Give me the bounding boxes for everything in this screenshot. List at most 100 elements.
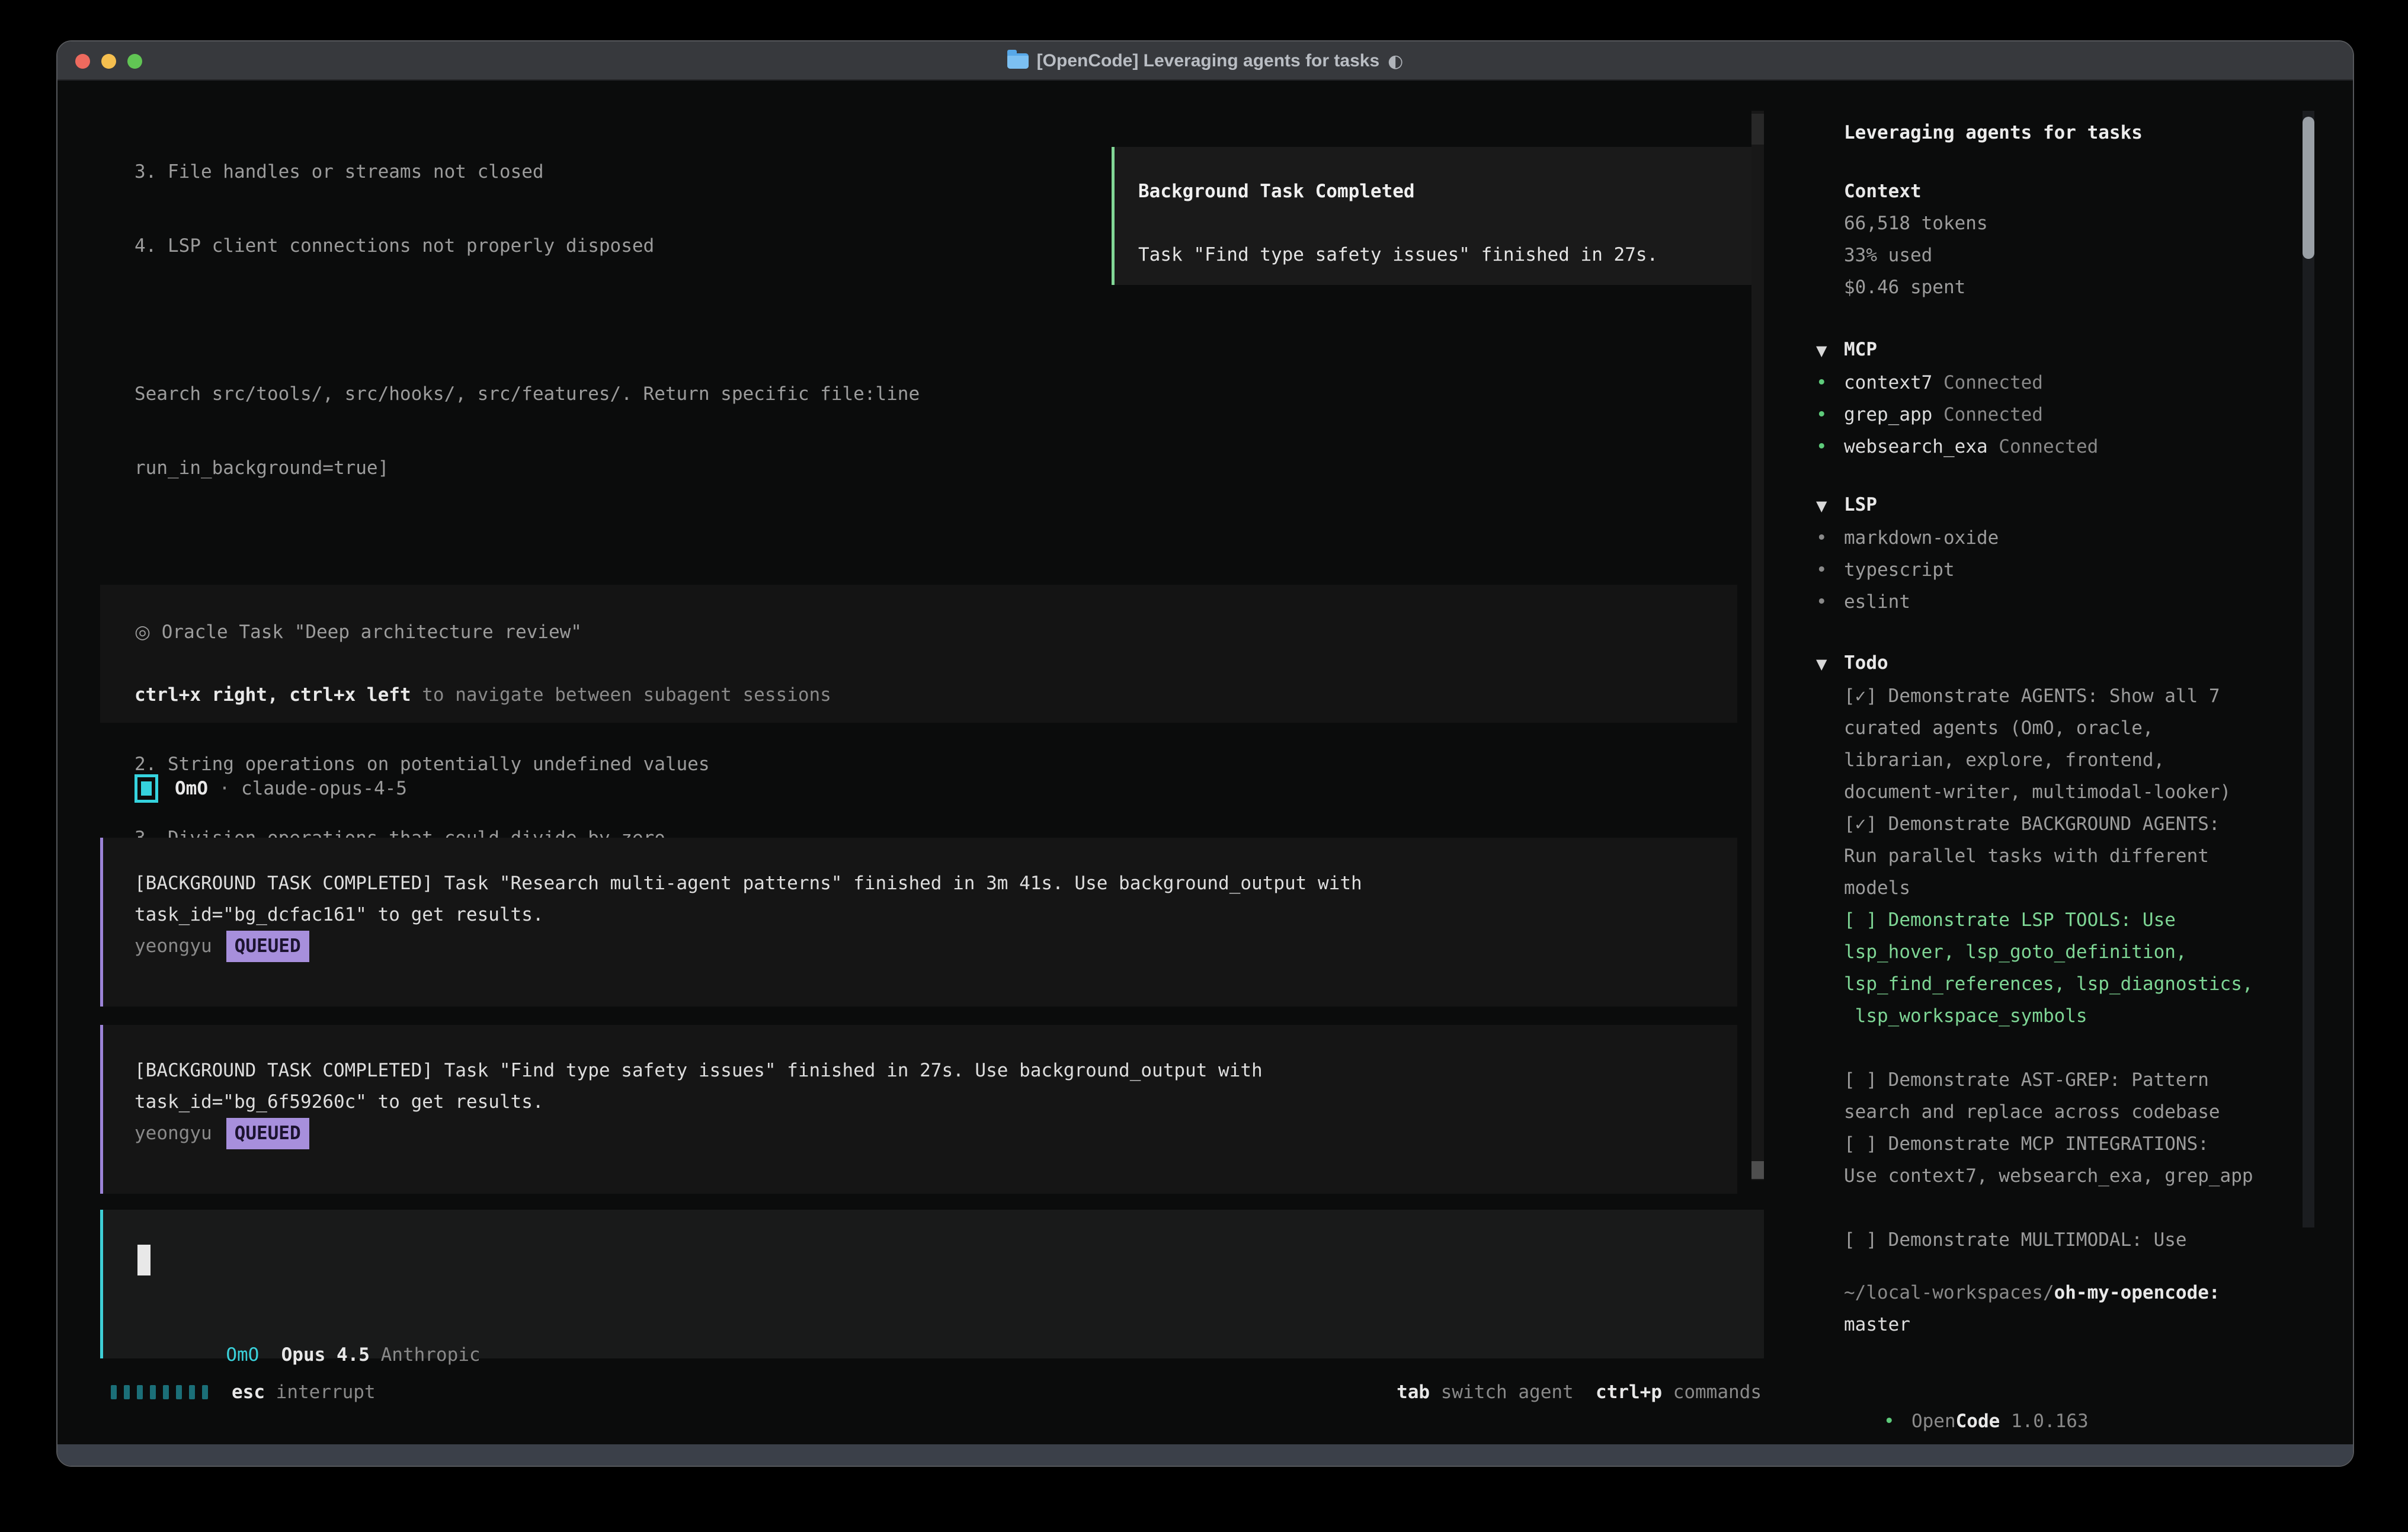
context-spent: $0.46 spent [1844,271,1988,303]
ctrlp-key-hint: ctrl+p [1574,1382,1662,1403]
todo-line: [ ] Demonstrate MULTIMODAL: Use [1816,1224,2253,1256]
main-scrollbar-thumb[interactable] [1751,1161,1764,1179]
task-footer-line: yeongyu QUEUED [135,1118,1263,1149]
bullet-icon: • [1816,399,1844,431]
agent-name: OmO [175,778,208,799]
bullet-icon: • [1816,586,1844,618]
session-title: Leveraging agents for tasks [1844,117,2143,149]
window-titlebar: [OpenCode] Leveraging agents for tasks ◐ [57,41,2353,81]
sidebar-scrollbar-thumb[interactable] [2303,117,2314,259]
lsp-section: ▼LSP •markdown-oxide •typescript •eslint [1816,489,1999,618]
todo-line: lsp_workspace_symbols [1816,1000,2253,1032]
statusbar-left: esc interrupt [111,1376,376,1408]
oracle-hint: ctrl+x right, ctrl+x left to navigate be… [135,679,831,711]
queued-status-badge: QUEUED [226,1118,309,1149]
task-footer-line: yeongyu QUEUED [135,931,1362,962]
prompt-input[interactable]: OmO Opus 4.5 Anthropic [100,1210,1764,1358]
oracle-task-label: ◎ Oracle Task "Deep architecture review" [135,616,582,648]
agent-square-icon [135,774,158,803]
todo-line: Use context7, websearch_exa, grep_app [1816,1160,2253,1192]
esc-key-label: interrupt [265,1382,376,1403]
todo-line: lsp_find_references, lsp_diagnostics, [1816,968,2253,1000]
workspace-repo: oh-my-opencode: [2054,1282,2220,1303]
sidebar-scrollbar-track[interactable] [2303,111,2314,1227]
hint-keys: ctrl+x right, ctrl+x left [135,684,411,706]
statusbar-right: tab switch agent ctrl+p commands [1397,1376,1762,1408]
tab-key-hint: tab [1397,1382,1430,1403]
terminal-window: [OpenCode] Leveraging agents for tasks ◐… [56,40,2354,1467]
mcp-item-status: Connected [1932,404,2043,425]
todo-line: search and replace across codebase [1816,1096,2253,1128]
workspace-path-line: ~/local-workspaces/oh-my-opencode: [1844,1277,2220,1309]
lsp-item-name: typescript [1844,559,1955,581]
background-task-card: [BACKGROUND TASK COMPLETED] Task "Find t… [100,1025,1737,1194]
separator-dot: · [208,778,241,799]
mcp-section-header[interactable]: ▼MCP [1816,334,2098,367]
output-line [135,305,1500,336]
mcp-item-name: websearch_exa [1844,436,1988,457]
app-name-dim: Open [1911,1411,1956,1432]
activity-dots-icon [111,1385,208,1399]
output-line [135,527,1500,558]
agent-model: claude-opus-4-5 [241,778,407,799]
app-name-bold: Code [1956,1411,2000,1432]
todo-line: [✓] Demonstrate BACKGROUND AGENTS: [1816,808,2253,840]
todo-line [1816,1032,2253,1064]
lsp-item-name: eslint [1844,591,1910,613]
todo-line: librarian, explore, frontend, [1816,744,2253,776]
lsp-section-header[interactable]: ▼LSP [1816,489,1999,522]
chevron-down-icon: ▼ [1816,648,1844,680]
hint-text: to navigate between subagent sessions [411,684,831,706]
context-heading: Context [1844,175,1988,207]
output-line: run_in_background=true] [135,453,1500,484]
context-tokens: 66,518 tokens [1844,207,1988,239]
esc-key-hint: esc [232,1382,265,1403]
bullet-icon: • [1816,367,1844,399]
todo-line: [ ] Demonstrate LSP TOOLS: Use [1816,904,2253,936]
todo-line [1816,1192,2253,1224]
window-bottom-bar [57,1444,2353,1466]
folder-icon [1007,53,1029,69]
task-message-line: [BACKGROUND TASK COMPLETED] Task "Find t… [135,1055,1263,1086]
main-scrollbar-track[interactable] [1751,111,1764,1180]
task-message-line: [BACKGROUND TASK COMPLETED] Task "Resear… [135,868,1362,899]
background-task-card: [BACKGROUND TASK COMPLETED] Task "Resear… [100,838,1737,1007]
chevron-down-icon: ▼ [1816,335,1844,367]
subagent-session-row[interactable]: OmO · claude-opus-4-5 [135,773,407,805]
lsp-heading: LSP [1844,494,1877,515]
todo-line: lsp_hover, lsp_goto_definition, [1816,936,2253,968]
task-user: yeongyu [135,935,212,957]
todo-heading: Todo [1844,652,1888,674]
oracle-task-box: ◎ Oracle Task "Deep architecture review"… [100,585,1737,723]
queued-status-badge: QUEUED [226,931,309,962]
context-section: Context 66,518 tokens 33% used $0.46 spe… [1844,175,1988,303]
lsp-item: •markdown-oxide [1816,522,1999,554]
output-line: Search src/tools/, src/hooks/, src/featu… [135,379,1500,410]
desktop-background: [OpenCode] Leveraging agents for tasks ◐… [0,0,2408,1532]
input-model: Opus 4.5 [259,1344,370,1366]
toast-body: Task "Find type safety issues" finished … [1138,239,1658,271]
todo-section: ▼Todo [✓] Demonstrate AGENTS: Show all 7… [1816,647,2253,1256]
lsp-item: •typescript [1816,554,1999,586]
main-scrollbar-segment [1751,114,1764,145]
input-agent-name: OmO [226,1344,259,1366]
todo-line: curated agents (OmO, oracle, [1816,712,2253,744]
bullet-icon: • [1816,431,1844,463]
bullet-icon: • [1816,554,1844,586]
task-message-line: task_id="bg_6f59260c" to get results. [135,1086,1263,1118]
app-version: 1.0.163 [2000,1411,2088,1432]
task-user: yeongyu [135,1123,212,1144]
mcp-item-status: Connected [1932,372,2043,393]
mcp-heading: MCP [1844,339,1877,360]
oracle-status-icon: ◎ [135,621,150,643]
todo-section-header[interactable]: ▼Todo [1816,647,2253,680]
text-cursor [137,1245,150,1275]
task-message-line: task_id="bg_dcfac161" to get results. [135,899,1362,931]
todo-list: [✓] Demonstrate AGENTS: Show all 7 curat… [1816,680,2253,1256]
chevron-down-icon: ▼ [1816,490,1844,522]
mcp-item-status: Connected [1988,436,2099,457]
mcp-item-name: context7 [1844,372,1932,393]
todo-line: [ ] Demonstrate MCP INTEGRATIONS: [1816,1128,2253,1160]
lsp-item-name: markdown-oxide [1844,527,1999,549]
input-provider: Anthropic [370,1344,481,1366]
